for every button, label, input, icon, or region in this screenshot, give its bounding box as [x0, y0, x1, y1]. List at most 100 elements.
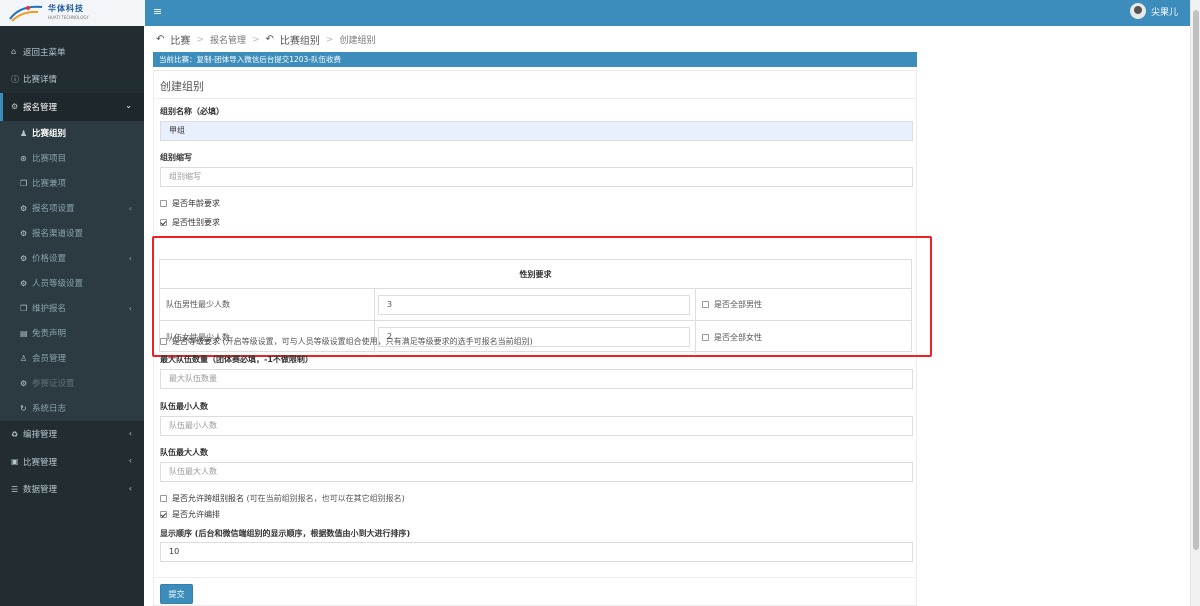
min-members-input[interactable]: 队伍最小人数: [160, 416, 913, 436]
gear-icon: ⚙: [20, 228, 28, 238]
sidebar-item-label: 比赛兼项: [32, 179, 67, 189]
sidebar-item-level-settings[interactable]: ⚙ 人员等级设置: [0, 271, 144, 296]
user-menu[interactable]: 尖果儿: [1129, 3, 1178, 19]
copy-icon: ❐: [20, 178, 28, 188]
chevron-left-icon: ‹: [128, 303, 132, 313]
sidebar: ⌂ 返回主菜单 ⓘ 比赛详情 ⚙ 报名管理 ⌄ ♟ 比赛组别 ⊛ 比赛项目 ❐ 比赛兼项 ⚙ 报…: [0, 26, 144, 606]
sidebar-item-events[interactable]: ⊛ 比赛项目: [0, 146, 144, 171]
checkbox-box[interactable]: [160, 338, 167, 345]
sidebar-item-label: 比赛组别: [32, 129, 67, 139]
sidebar-item-price-settings[interactable]: ⚙ 价格设置 ‹: [0, 246, 144, 271]
cross-group-checkbox[interactable]: 是否允许跨组别报名 (可在当前组别报名，也可以在其它组别报名): [160, 493, 405, 504]
sidebar-item-entry-settings[interactable]: ⚙ 报名项设置 ‹: [0, 196, 144, 221]
gender-requirement-checkbox[interactable]: 是否性别要求: [160, 217, 220, 228]
male-min-label: 队伍男性最少人数: [160, 289, 375, 320]
chevron-down-icon: ⌄: [125, 101, 132, 110]
square-icon: ▣: [11, 457, 19, 467]
all-female-label: 是否全部女性: [714, 332, 762, 342]
breadcrumb-match[interactable]: 比赛: [170, 32, 190, 47]
display-order-label: 显示顺序 (后台和微信端组别的显示顺序，根据数值由小到大进行排序): [160, 529, 411, 538]
breadcrumb-separator: >: [251, 34, 260, 45]
sidebar-item-label: 价格设置: [32, 254, 67, 264]
top-navbar: 华体科技 HUATI TECHNOLOGY ≡ 尖果儿: [0, 0, 1200, 26]
sidebar-item-match-details[interactable]: ⓘ 比赛详情: [0, 66, 144, 94]
menu-toggle-icon[interactable]: ≡: [153, 5, 162, 18]
list-icon: ▤: [20, 328, 28, 338]
sidebar-item-registration[interactable]: ⚙ 报名管理 ⌄: [0, 93, 144, 121]
dashboard-icon: ⊛: [20, 153, 27, 163]
sidebar-item-label: 人员等级设置: [32, 279, 84, 289]
sidebar-item-label: 比赛项目: [32, 154, 67, 164]
all-female-checkbox[interactable]: [702, 333, 709, 341]
sidebar-item-badge-settings[interactable]: ⚙ 参赛证设置: [0, 371, 144, 396]
current-match-banner: 当前比赛：复制-团体导入微信后台提交1203-队伍收费: [153, 52, 917, 67]
chevron-left-icon: ‹: [128, 203, 132, 213]
checkbox-box[interactable]: [160, 495, 167, 502]
back-arrow-icon[interactable]: ↶: [266, 34, 274, 45]
all-male-label: 是否全部男性: [714, 300, 762, 309]
sidebar-item-arrangement[interactable]: ♻ 编排管理 ‹: [0, 421, 144, 449]
group-name-label: 组别名称（必填）: [160, 107, 224, 116]
level-requirement-checkbox[interactable]: 是否等级要求 (开启等级设置，可与人员等级设置组合使用，只有满足等级要求的选手可…: [160, 336, 533, 347]
scrollbar[interactable]: [1190, 0, 1200, 606]
sidebar-item-match-management[interactable]: ▣ 比赛管理 ‹: [0, 448, 144, 476]
submit-button[interactable]: 提交: [160, 584, 193, 604]
all-male-checkbox[interactable]: [702, 301, 709, 308]
sidebar-item-label: 免责声明: [32, 329, 67, 339]
sidebar-item-combined-events[interactable]: ❐ 比赛兼项: [0, 171, 144, 196]
min-members-label: 队伍最小人数: [160, 402, 208, 411]
max-teams-input[interactable]: 最大队伍数量: [160, 369, 913, 389]
brand-logo[interactable]: 华体科技 HUATI TECHNOLOGY: [0, 0, 145, 26]
sidebar-item-label: 会员管理: [32, 354, 67, 364]
gear-icon: ⚙: [20, 203, 28, 213]
checkbox-box[interactable]: [160, 219, 167, 226]
sidebar-item-disclaimer[interactable]: ▤ 免责声明: [0, 321, 144, 346]
scrollbar-thumb[interactable]: [1193, 10, 1199, 550]
allow-arrange-checkbox[interactable]: 是否允许编排: [160, 509, 220, 520]
sidebar-item-label: 参赛证设置: [32, 379, 75, 389]
sidebar-item-label: 比赛详情: [23, 75, 58, 86]
chevron-left-icon: ‹: [128, 253, 132, 263]
max-teams-label: 最大队伍数量（团体赛必填，-1不做限制）: [160, 355, 313, 364]
create-group-form: 创建组别 组别名称（必填） 甲组 组别缩写 组别缩写 是否年龄要求 是否性别要求…: [152, 70, 932, 606]
recycle-icon: ♻: [11, 429, 19, 439]
sidebar-item-data-management[interactable]: ☰ 数据管理 ‹: [0, 476, 144, 504]
display-order-input[interactable]: 10: [160, 542, 913, 562]
checkbox-label: 是否允许跨组别报名: [172, 494, 244, 503]
max-members-label: 队伍最大人数: [160, 448, 208, 457]
sidebar-item-groups[interactable]: ♟ 比赛组别: [0, 121, 144, 146]
table-header: 性别要求: [160, 260, 911, 289]
cross-group-note: (可在当前组别报名，也可以在其它组别报名): [246, 494, 405, 503]
checkbox-box[interactable]: [160, 200, 167, 207]
back-arrow-icon[interactable]: ↶: [156, 34, 164, 45]
sidebar-item-system-log[interactable]: ↻ 系统日志: [0, 396, 144, 421]
sidebar-item-label: 报名管理: [23, 102, 58, 113]
breadcrumb-groups[interactable]: 比赛组别: [280, 32, 320, 47]
checkbox-label: 是否年龄要求: [172, 199, 220, 208]
max-members-input[interactable]: 队伍最大人数: [160, 462, 913, 482]
member-icon: ♙: [20, 353, 28, 363]
male-min-input[interactable]: 3: [378, 294, 690, 315]
sidebar-item-members[interactable]: ♙ 会员管理: [0, 346, 144, 371]
sidebar-item-main-menu[interactable]: ⌂ 返回主菜单: [0, 38, 144, 66]
breadcrumb: ↶ 比赛 > 报名管理 > ↶ 比赛组别 > 创建组别: [156, 32, 375, 47]
group-abbr-input[interactable]: 组别缩写: [160, 167, 913, 187]
database-icon: ☰: [11, 484, 19, 494]
table-row: 队伍男性最少人数 3 是否全部男性: [160, 289, 911, 321]
breadcrumb-registration[interactable]: 报名管理: [210, 33, 246, 46]
sidebar-item-label: 系统日志: [32, 404, 67, 414]
age-requirement-checkbox[interactable]: 是否年龄要求: [160, 198, 220, 209]
breadcrumb-current: 创建组别: [339, 36, 376, 46]
gear-icon: ⚙: [20, 278, 28, 288]
history-icon: ↻: [20, 403, 27, 413]
sidebar-item-label: 报名渠道设置: [32, 229, 84, 239]
main-content: ↶ 比赛 > 报名管理 > ↶ 比赛组别 > 创建组别 当前比赛：复制-团体导入…: [144, 26, 1190, 606]
group-name-input[interactable]: 甲组: [160, 121, 913, 141]
avatar: [1129, 3, 1146, 19]
page-title: 创建组别: [160, 80, 204, 93]
sidebar-item-channel-settings[interactable]: ⚙ 报名渠道设置: [0, 221, 144, 246]
checkbox-box[interactable]: [160, 511, 167, 518]
sidebar-item-label: 数据管理: [23, 485, 58, 496]
sidebar-item-maintain-registration[interactable]: ❐ 维护报名 ‹: [0, 296, 144, 321]
sidebar-item-label: 比赛管理: [23, 457, 58, 468]
